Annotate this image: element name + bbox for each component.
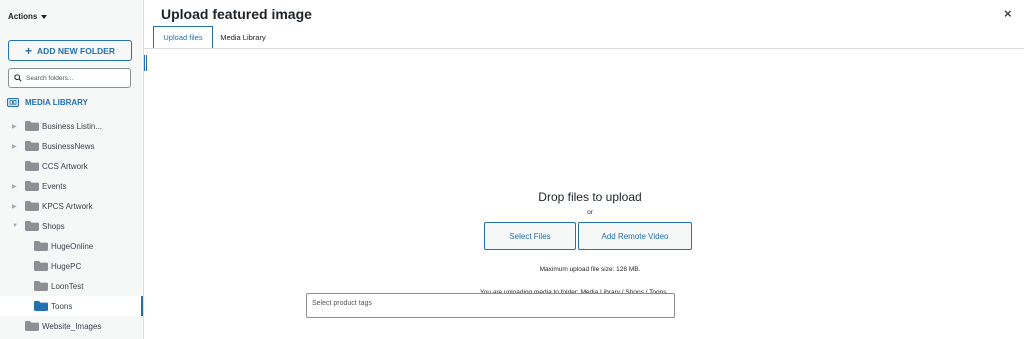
folder-sidebar: Actions + ADD NEW FOLDER MEDIA LIBRARY ▶…	[0, 0, 144, 339]
folder-label: Business Listin...	[42, 121, 103, 131]
folder-item[interactable]: ▶ Events	[0, 176, 143, 196]
folder-icon	[25, 121, 39, 131]
actions-menu[interactable]: Actions	[8, 12, 48, 21]
folder-item[interactable]: ▶ BusinessNews	[0, 136, 143, 156]
subfolder-item-selected[interactable]: Toons	[0, 296, 143, 316]
media-library-icon	[7, 98, 19, 107]
folder-item[interactable]: ▼ Shops	[0, 216, 143, 236]
folder-label: BusinessNews	[42, 141, 95, 151]
expand-arrow-icon[interactable]: ▶	[12, 143, 17, 150]
add-new-folder-label: ADD NEW FOLDER	[37, 45, 115, 56]
search-folders-input[interactable]	[26, 74, 126, 82]
folder-item[interactable]: ▶ Business Listin...	[0, 116, 143, 136]
subfolder-item[interactable]: HugePC	[0, 256, 143, 276]
product-tags-select[interactable]: Select product tags	[306, 293, 675, 318]
actions-label: Actions	[8, 12, 38, 21]
folder-label: HugeOnline	[51, 241, 94, 251]
sidebar-resize-handle[interactable]	[144, 55, 148, 71]
folder-icon	[25, 221, 39, 231]
folder-icon	[25, 181, 39, 191]
tab-upload-files[interactable]: Upload files	[153, 26, 213, 49]
expand-arrow-icon[interactable]: ▶	[12, 123, 17, 130]
folder-label: KPCS Artwork	[42, 201, 93, 211]
folder-icon	[25, 321, 39, 331]
drop-files-title: Drop files to upload	[538, 190, 642, 204]
folder-icon	[34, 261, 48, 271]
folder-icon	[25, 141, 39, 151]
expand-arrow-icon[interactable]: ▶	[12, 183, 17, 190]
folder-icon	[25, 161, 39, 171]
folder-icon	[25, 201, 39, 211]
plus-icon: +	[25, 43, 33, 58]
add-remote-video-button[interactable]: Add Remote Video	[578, 222, 692, 250]
search-folders-box[interactable]	[8, 68, 131, 88]
subfolder-item[interactable]: HugeOnline	[0, 236, 143, 256]
caret-down-icon	[41, 14, 48, 19]
folder-item[interactable]: Website_Images	[0, 316, 143, 336]
folder-label: CCS Artwork	[42, 161, 88, 171]
expand-arrow-icon[interactable]: ▶	[12, 203, 17, 210]
search-icon	[14, 74, 22, 82]
folder-label: Shops	[42, 221, 65, 231]
close-icon[interactable]: ×	[1004, 6, 1012, 21]
select-files-button[interactable]: Select Files	[484, 222, 576, 250]
tabs-divider	[144, 48, 1024, 49]
folder-label: LoonTest	[51, 281, 84, 291]
folder-label: Website_Images	[42, 321, 102, 331]
tab-media-library[interactable]: Media Library	[213, 26, 273, 49]
collapse-arrow-icon[interactable]: ▼	[12, 223, 18, 229]
or-label: or	[587, 209, 593, 216]
subfolder-item[interactable]: LoonTest	[0, 276, 143, 296]
folder-item[interactable]: CCS Artwork	[0, 156, 143, 176]
media-library-root[interactable]: MEDIA LIBRARY	[7, 98, 88, 107]
max-upload-size: Maximum upload file size: 128 MB.	[539, 266, 641, 273]
media-library-label: MEDIA LIBRARY	[25, 98, 88, 107]
folder-icon	[34, 281, 48, 291]
folder-item[interactable]: ▶ KPCS Artwork	[0, 196, 143, 216]
folder-icon	[34, 301, 48, 311]
modal-title: Upload featured image	[161, 6, 312, 22]
folder-label: Toons	[51, 301, 73, 311]
add-new-folder-button[interactable]: + ADD NEW FOLDER	[8, 40, 132, 61]
folder-label: Events	[42, 181, 67, 191]
folder-icon	[34, 241, 48, 251]
folder-label: HugePC	[51, 261, 82, 271]
